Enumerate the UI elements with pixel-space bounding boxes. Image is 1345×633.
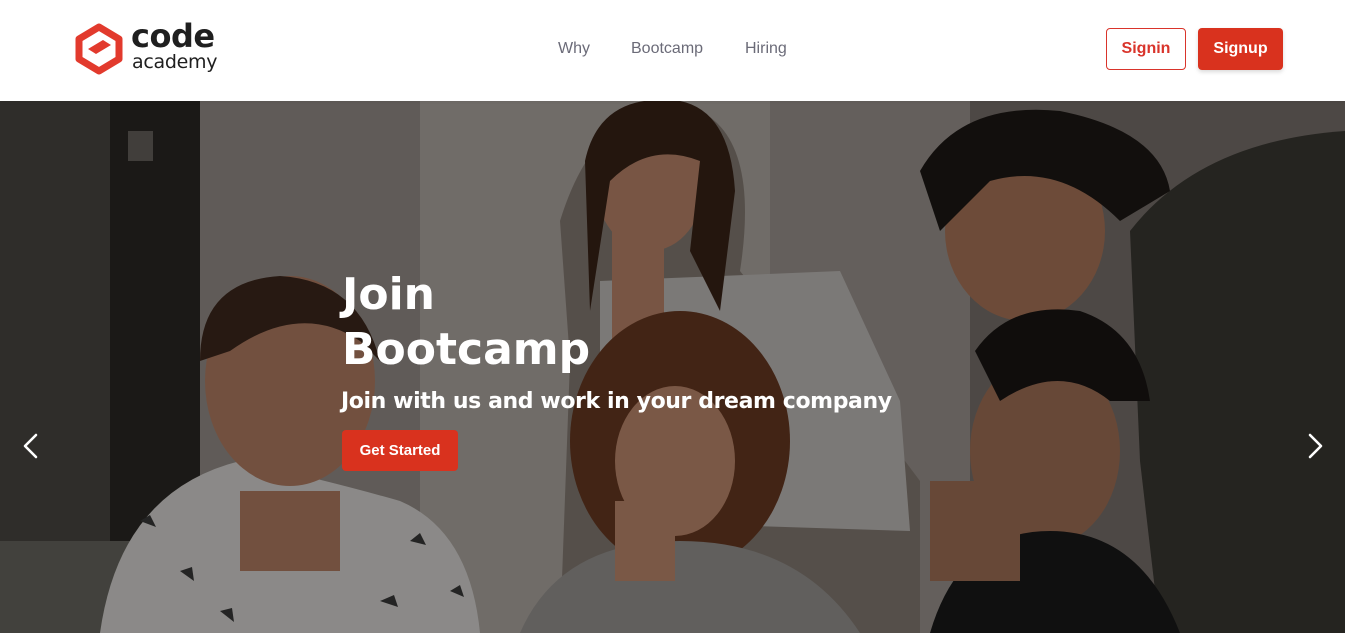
- carousel-next-button[interactable]: [1300, 431, 1330, 461]
- nav-item-hiring[interactable]: Hiring: [745, 38, 787, 60]
- signin-button[interactable]: Signin: [1106, 28, 1186, 70]
- logo-mark-icon: [75, 23, 123, 75]
- hero-title: Join Bootcamp: [342, 269, 591, 375]
- nav-item-bootcamp[interactable]: Bootcamp: [631, 38, 703, 60]
- brand-name-line2: academy: [132, 51, 218, 73]
- chevron-right-icon: [1308, 433, 1323, 459]
- hero-carousel: Join Bootcamp Join with us and work in y…: [0, 101, 1345, 633]
- signup-button[interactable]: Signup: [1198, 28, 1283, 70]
- brand-logo[interactable]: code academy: [73, 18, 233, 78]
- hero-subtitle: Join with us and work in your dream comp…: [341, 389, 892, 414]
- carousel-prev-button[interactable]: [16, 431, 46, 461]
- site-header: code academy Why Bootcamp Hiring Signin …: [0, 0, 1345, 101]
- brand-name-line1: code: [131, 17, 215, 55]
- hero-dark-overlay: [0, 101, 1345, 633]
- nav-item-why[interactable]: Why: [558, 38, 590, 60]
- chevron-left-icon: [23, 433, 38, 459]
- get-started-button[interactable]: Get Started: [342, 430, 458, 471]
